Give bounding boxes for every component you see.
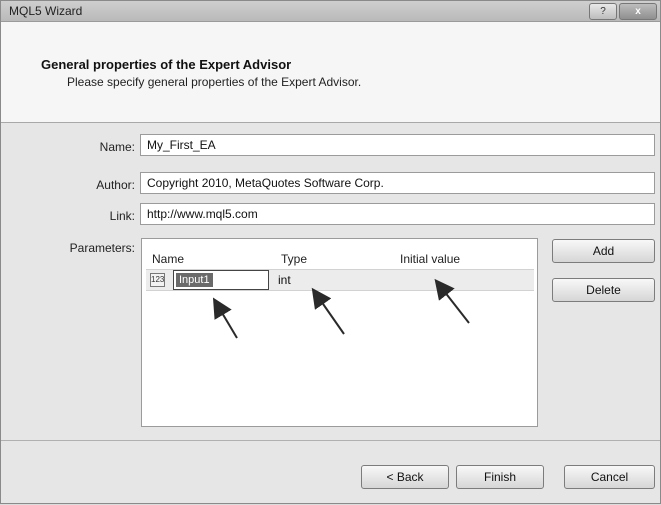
wizard-window: MQL5 Wizard ? x General properties of th…	[0, 0, 661, 504]
arrow-icon	[212, 297, 238, 339]
arrow-icon	[311, 287, 345, 335]
arrow-icon	[434, 278, 470, 324]
annotation-arrows	[212, 278, 470, 339]
